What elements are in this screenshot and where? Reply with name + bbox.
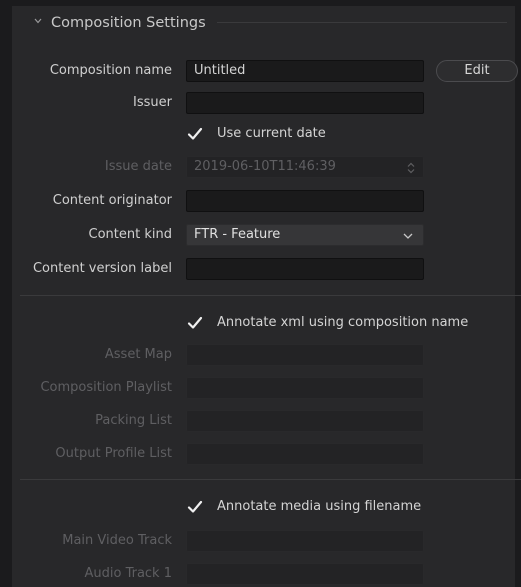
edit-button[interactable]: Edit bbox=[436, 60, 518, 82]
annotate-media-row[interactable]: Annotate media using filename bbox=[186, 496, 421, 518]
issuer-field[interactable] bbox=[186, 92, 424, 114]
annotate-media-label: Annotate media using filename bbox=[217, 499, 422, 514]
content-kind-select[interactable]: FTR - Feature bbox=[186, 224, 424, 246]
issue-date-field: 2019-06-10T11:46:39 bbox=[186, 156, 424, 178]
annotate-xml-label: Annotate xml using composition name bbox=[217, 315, 469, 330]
top-frame bbox=[0, 0, 521, 6]
chevron-down-icon[interactable] bbox=[34, 17, 42, 25]
packing-list-field bbox=[186, 410, 424, 432]
chevron-down-icon bbox=[403, 233, 413, 239]
asset-map-label: Asset Map bbox=[104, 347, 172, 362]
composition-playlist-label: Composition Playlist bbox=[40, 380, 172, 395]
divider bbox=[20, 479, 521, 480]
asset-map-field bbox=[186, 344, 424, 366]
packing-list-label: Packing List bbox=[95, 413, 172, 428]
output-profile-list-field bbox=[186, 443, 424, 465]
composition-name-field[interactable]: Untitled bbox=[186, 60, 424, 82]
content-originator-field[interactable] bbox=[186, 190, 424, 212]
issuer-label: Issuer bbox=[133, 95, 172, 110]
composition-playlist-field bbox=[186, 377, 424, 399]
audio-track-1-field bbox=[186, 563, 424, 585]
content-version-label-label: Content version label bbox=[32, 261, 172, 276]
content-kind-value: FTR - Feature bbox=[194, 227, 281, 242]
use-current-date-checkbox[interactable] bbox=[186, 125, 204, 143]
issue-date-label: Issue date bbox=[104, 159, 172, 174]
use-current-date-row[interactable]: Use current date bbox=[186, 123, 326, 145]
divider bbox=[20, 295, 521, 296]
composition-name-value: Untitled bbox=[194, 63, 246, 78]
composition-name-label: Composition name bbox=[49, 63, 172, 78]
content-version-label-field[interactable] bbox=[186, 258, 424, 280]
annotate-xml-row[interactable]: Annotate xml using composition name bbox=[186, 312, 468, 334]
audio-track-1-label: Audio Track 1 bbox=[84, 566, 172, 581]
annotate-xml-checkbox[interactable] bbox=[186, 314, 204, 332]
issue-date-value: 2019-06-10T11:46:39 bbox=[194, 159, 336, 174]
use-current-date-label: Use current date bbox=[217, 126, 326, 141]
section-title[interactable]: Composition Settings bbox=[51, 12, 206, 34]
main-video-track-field bbox=[186, 530, 424, 552]
section-header-divider bbox=[217, 22, 507, 23]
content-originator-label: Content originator bbox=[52, 193, 172, 208]
annotate-media-checkbox[interactable] bbox=[186, 498, 204, 516]
stepper-icon bbox=[407, 162, 415, 174]
composition-settings-panel: Composition Settings Composition name Un… bbox=[0, 0, 521, 587]
output-profile-list-label: Output Profile List bbox=[55, 446, 172, 461]
left-frame bbox=[0, 0, 12, 587]
right-frame bbox=[515, 0, 521, 587]
content-kind-label: Content kind bbox=[88, 227, 172, 242]
main-video-track-label: Main Video Track bbox=[62, 533, 172, 548]
